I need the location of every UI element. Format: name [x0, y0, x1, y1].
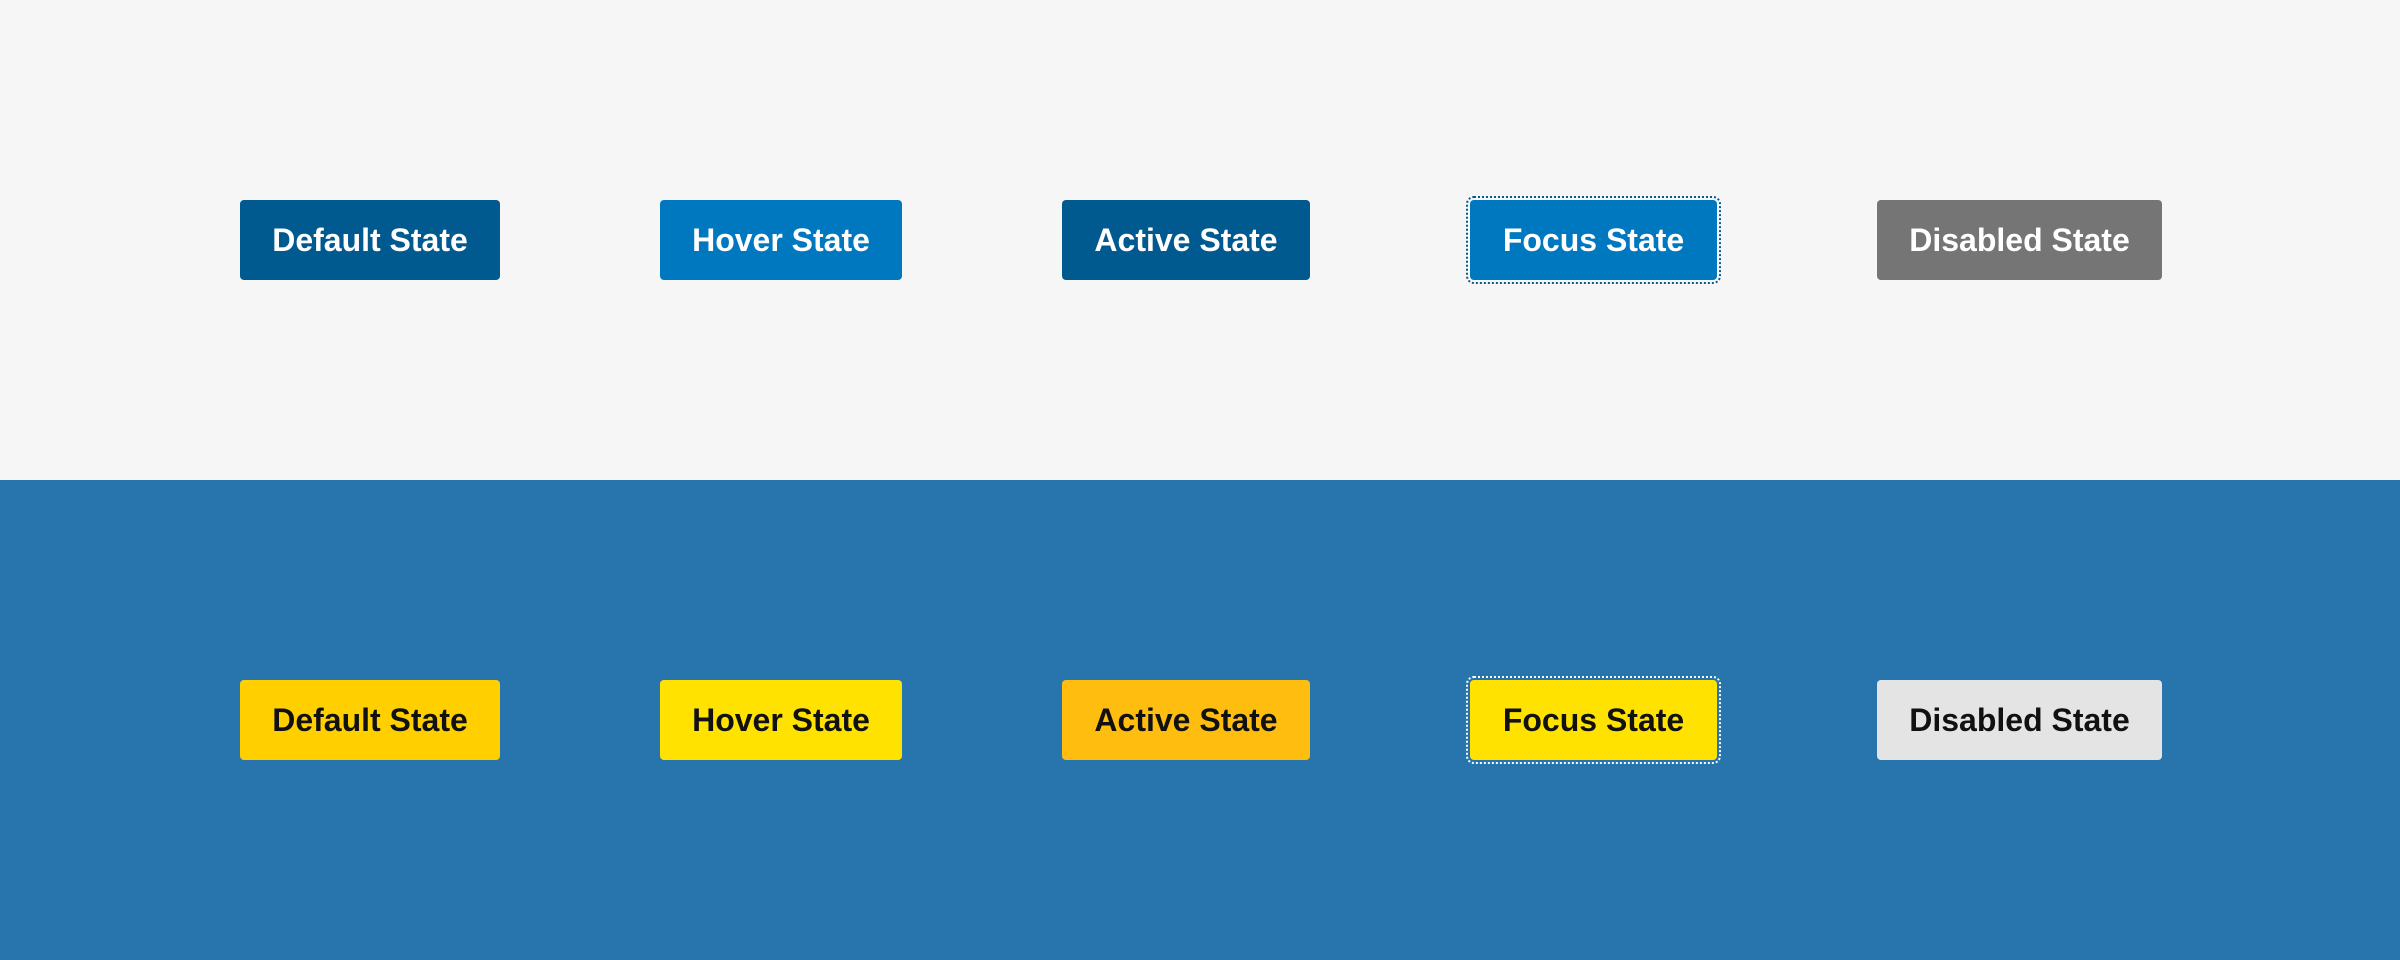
active-state-button[interactable]: Active State: [1062, 680, 1310, 760]
focus-state-button[interactable]: Focus State: [1466, 196, 1721, 284]
active-state-button[interactable]: Active State: [1062, 200, 1310, 280]
hover-state-button[interactable]: Hover State: [660, 680, 902, 760]
default-state-button[interactable]: Default State: [240, 200, 500, 280]
light-theme-panel: Default State Hover State Active State F…: [0, 0, 2400, 480]
hover-state-button[interactable]: Hover State: [660, 200, 902, 280]
disabled-state-button: Disabled State: [1877, 680, 2162, 760]
dark-theme-panel: Default State Hover State Active State F…: [0, 480, 2400, 960]
disabled-state-button: Disabled State: [1877, 200, 2162, 280]
default-state-button[interactable]: Default State: [240, 680, 500, 760]
focus-state-button[interactable]: Focus State: [1466, 676, 1721, 764]
